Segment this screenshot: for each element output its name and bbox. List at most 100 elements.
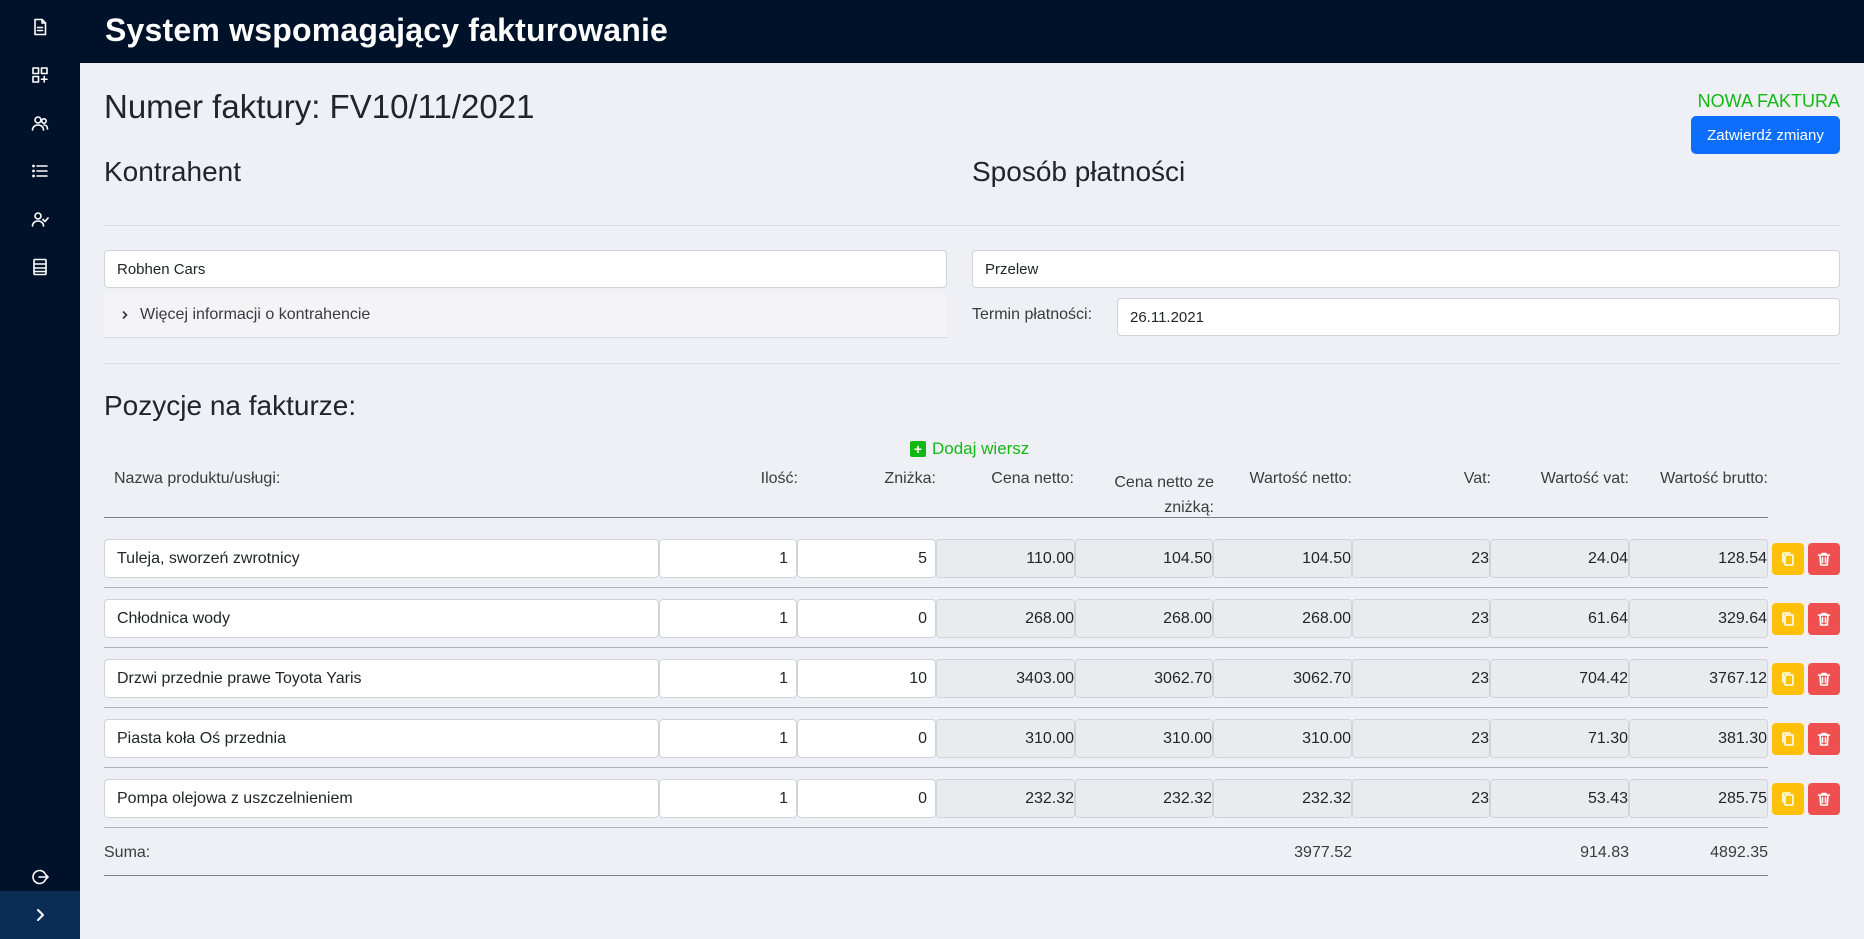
vat-value-cell: 71.30 [1490, 719, 1629, 758]
net-price-discounted-cell: 268.00 [1075, 599, 1213, 638]
users-icon[interactable] [28, 207, 52, 231]
row-divider [104, 827, 1768, 828]
chevron-right-icon [120, 309, 132, 321]
vat-value-cell: 24.04 [1490, 539, 1629, 578]
delete-row-button[interactable] [1808, 723, 1840, 755]
quantity-input[interactable]: 1 [659, 599, 797, 638]
logout-icon[interactable] [28, 865, 52, 889]
more-info-label: Więcej informacji o kontrahencie [140, 306, 371, 323]
discount-input[interactable]: 5 [797, 539, 936, 578]
gross-value-cell: 128.54 [1629, 539, 1768, 578]
contractor-select[interactable]: Robhen Cars [104, 250, 947, 288]
row-divider [104, 767, 1768, 768]
delete-row-button[interactable] [1808, 663, 1840, 695]
gross-value-cell: 381.30 [1629, 719, 1768, 758]
contractors-icon[interactable] [28, 111, 52, 135]
sum-gross-value: 4892.35 [1710, 844, 1768, 861]
product-name-input[interactable]: Drzwi przednie prawe Toyota Yaris [104, 659, 659, 698]
trash-icon [1817, 672, 1831, 686]
quantity-input[interactable]: 1 [659, 719, 797, 758]
ledger-icon[interactable] [28, 255, 52, 279]
app-title: System wspomagający fakturowanie [105, 12, 669, 48]
sum-label: Suma: [104, 844, 151, 861]
sidebar [0, 0, 80, 939]
trash-icon [1817, 792, 1831, 806]
net-value-cell: 232.32 [1213, 779, 1352, 818]
copy-icon [1782, 732, 1794, 746]
gross-value-cell: 285.75 [1629, 779, 1768, 818]
net-price-cell: 268.00 [936, 599, 1075, 638]
vat-rate-cell: 23 [1352, 779, 1490, 818]
payment-heading: Sposób płatności [972, 156, 1186, 187]
net-price-discounted-cell: 104.50 [1075, 539, 1213, 578]
col-header-net-price: Cena netto: [991, 470, 1074, 487]
gross-value-cell: 329.64 [1629, 599, 1768, 638]
delete-row-button[interactable] [1808, 543, 1840, 575]
sidebar-expand-button[interactable] [0, 891, 80, 939]
header: System wspomagający fakturowanie [80, 0, 1864, 63]
copy-icon [1782, 552, 1794, 566]
due-date-input[interactable]: 26.11.2021 [1117, 298, 1840, 336]
chevron-right-icon [37, 909, 44, 921]
delete-row-button[interactable] [1808, 783, 1840, 815]
col-header-net-value: Wartość netto: [1249, 470, 1352, 487]
product-name-input[interactable]: Pompa olejowa z uszczelnieniem [104, 779, 659, 818]
net-price-cell: 3403.00 [936, 659, 1075, 698]
copy-icon [1782, 792, 1794, 806]
discount-input[interactable]: 0 [797, 719, 936, 758]
copy-row-button[interactable] [1772, 543, 1804, 575]
delete-row-button[interactable] [1808, 603, 1840, 635]
row-divider [104, 647, 1768, 648]
trash-icon [1817, 612, 1831, 626]
product-name-input[interactable]: Piasta koła Oś przednia [104, 719, 659, 758]
trash-icon [1817, 552, 1831, 566]
col-header-qty: Ilość: [760, 470, 798, 487]
sum-divider [104, 875, 1768, 876]
copy-row-button[interactable] [1772, 723, 1804, 755]
contractor-heading: Kontrahent [104, 156, 241, 187]
add-row-label: Dodaj wiersz [932, 439, 1030, 458]
discount-input[interactable]: 0 [797, 779, 936, 818]
col-header-vat: Vat: [1463, 470, 1491, 487]
sum-net-value: 3977.52 [1294, 844, 1352, 861]
quantity-input[interactable]: 1 [659, 779, 797, 818]
sum-vat-value: 914.83 [1580, 844, 1629, 861]
net-value-cell: 310.00 [1213, 719, 1352, 758]
net-value-cell: 3062.70 [1213, 659, 1352, 698]
quantity-input[interactable]: 1 [659, 539, 797, 578]
header-divider [104, 517, 1768, 518]
copy-row-button[interactable] [1772, 663, 1804, 695]
net-price-cell: 310.00 [936, 719, 1075, 758]
col-header-name: Nazwa produktu/usługi: [114, 470, 281, 487]
due-date-label: Termin płatności: [972, 306, 1093, 323]
col-header-net-price-discounted: Cena netto ze zniżką: [1114, 474, 1214, 516]
copy-row-button[interactable] [1772, 783, 1804, 815]
col-header-gross-value: Wartość brutto: [1660, 470, 1768, 487]
row-divider [104, 587, 1768, 588]
add-row-button[interactable]: + Dodaj wiersz [910, 439, 1029, 459]
confirm-changes-button[interactable]: Zatwierdź zmiany [1691, 116, 1840, 154]
copy-icon [1782, 672, 1794, 686]
copy-row-button[interactable] [1772, 603, 1804, 635]
net-value-cell: 268.00 [1213, 599, 1352, 638]
vat-value-cell: 53.43 [1490, 779, 1629, 818]
list-icon[interactable] [28, 159, 52, 183]
col-header-vat-value: Wartość vat: [1540, 470, 1629, 487]
payment-method-select[interactable]: Przelew [972, 250, 1840, 288]
col-header-discount: Zniżka: [884, 470, 936, 487]
dashboard-add-icon[interactable] [28, 63, 52, 87]
copy-icon [1782, 612, 1794, 626]
document-icon[interactable] [28, 15, 52, 39]
quantity-input[interactable]: 1 [659, 659, 797, 698]
plus-icon: + [910, 441, 926, 457]
contractor-more-info-toggle[interactable]: Więcej informacji o kontrahencie [104, 293, 947, 338]
vat-rate-cell: 23 [1352, 719, 1490, 758]
net-price-discounted-cell: 3062.70 [1075, 659, 1213, 698]
product-name-input[interactable]: Chłodnica wody [104, 599, 659, 638]
discount-input[interactable]: 10 [797, 659, 936, 698]
gross-value-cell: 3767.12 [1629, 659, 1768, 698]
discount-input[interactable]: 0 [797, 599, 936, 638]
net-value-cell: 104.50 [1213, 539, 1352, 578]
divider [104, 225, 1840, 226]
product-name-input[interactable]: Tuleja, sworzeń zwrotnicy [104, 539, 659, 578]
